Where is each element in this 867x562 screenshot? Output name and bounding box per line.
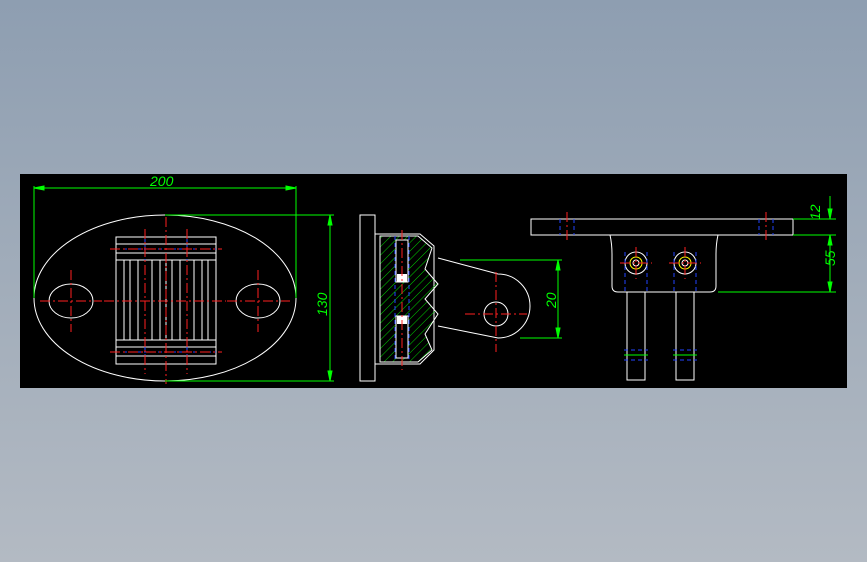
dim-width [33, 185, 297, 298]
left-pin [626, 291, 646, 381]
end-centerlines [566, 212, 767, 279]
dim-end-height-label: 55 [822, 250, 838, 266]
end-view: 12 55 [530, 196, 838, 381]
dim-width-label: 200 [149, 174, 174, 189]
dim-end-thickness-label: 12 [807, 204, 823, 220]
end-body [598, 234, 730, 293]
dim-side-label: 20 [543, 292, 559, 309]
side-view: 20 [359, 214, 562, 382]
dim-height-label: 130 [314, 292, 330, 316]
side-arm [437, 257, 531, 339]
end-hidden-lines [559, 219, 774, 361]
end-plate [530, 218, 794, 236]
front-view: 200 130 [33, 174, 334, 384]
cad-drawing: 200 130 20 12 55 [33, 174, 838, 384]
cad-drawing-viewport[interactable]: 200 130 20 12 55 [20, 174, 847, 388]
front-centerlines [40, 217, 290, 384]
side-flange [359, 214, 376, 382]
right-pin [675, 291, 695, 381]
